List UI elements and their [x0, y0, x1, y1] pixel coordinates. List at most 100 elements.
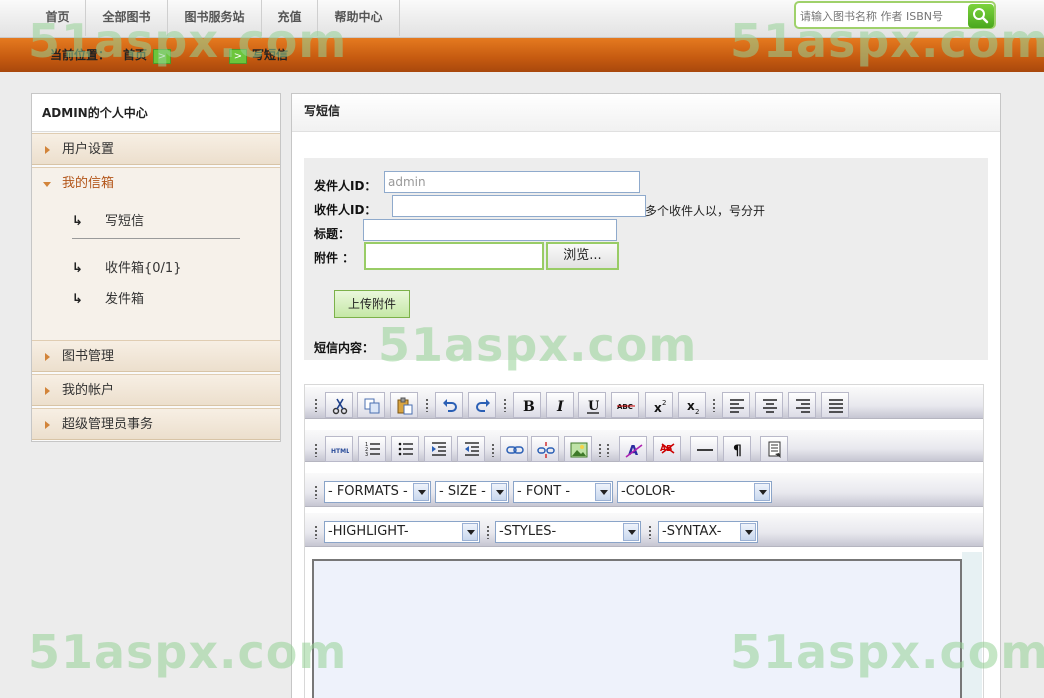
- triangle-right-icon: [45, 387, 50, 395]
- toolbar-grip-icon: [712, 398, 716, 412]
- nav-book-station[interactable]: 图书服务站: [168, 0, 262, 36]
- align-left-icon: [730, 399, 744, 413]
- html-icon: HTML: [331, 448, 349, 455]
- subscript-button[interactable]: x2: [678, 392, 706, 418]
- breadcrumb-home-link[interactable]: 首页: [123, 46, 147, 63]
- breadcrumb-separator-icon: >: [153, 49, 171, 64]
- sidebar-item-my-account[interactable]: 我的帐户: [32, 374, 280, 406]
- triangle-down-icon: [43, 182, 51, 187]
- redo-icon: [476, 399, 490, 412]
- paste-button[interactable]: [390, 392, 418, 418]
- size-select[interactable]: - SIZE -: [435, 481, 509, 503]
- search-input[interactable]: [800, 6, 962, 26]
- clean-format-icon: A: [625, 444, 643, 459]
- chevron-down-icon: [595, 483, 611, 501]
- unordered-list-icon: [398, 442, 413, 456]
- link-icon: [506, 446, 524, 454]
- nav-all-books[interactable]: 全部图书: [86, 0, 168, 36]
- insert-image-button[interactable]: [564, 436, 592, 462]
- font-select[interactable]: - FONT -: [513, 481, 613, 503]
- italic-button[interactable]: I: [546, 392, 574, 418]
- search-button[interactable]: [968, 4, 994, 28]
- superscript-button[interactable]: x2: [645, 392, 673, 418]
- align-left-button[interactable]: [722, 392, 750, 418]
- search-box: [794, 1, 996, 29]
- html-source-button[interactable]: HTML: [325, 436, 353, 462]
- cut-button[interactable]: [325, 392, 353, 418]
- chevron-down-icon: [740, 523, 756, 541]
- chevron-down-icon: [491, 483, 507, 501]
- attachment-file-input[interactable]: [364, 242, 544, 270]
- styles-select-value: -STYLES-: [499, 524, 557, 539]
- highlight-select-value: -HIGHLIGHT-: [328, 524, 409, 539]
- svg-text:HTML: HTML: [331, 448, 349, 455]
- sidebar-item-book-management[interactable]: 图书管理: [32, 340, 280, 372]
- subject-label: 标题：: [314, 227, 351, 241]
- svg-text:I: I: [556, 399, 564, 415]
- toolbar-grip-icon: [486, 525, 490, 539]
- message-content-editor[interactable]: [312, 559, 962, 698]
- outdent-button[interactable]: [457, 436, 485, 462]
- paragraph-button[interactable]: ¶: [723, 436, 751, 462]
- unordered-list-button[interactable]: [391, 436, 419, 462]
- strikethrough-button[interactable]: ABC: [611, 392, 639, 418]
- unlink-button[interactable]: [531, 436, 559, 462]
- size-select-value: - SIZE -: [439, 484, 486, 499]
- copy-button[interactable]: [357, 392, 385, 418]
- ordered-list-button[interactable]: 123: [358, 436, 386, 462]
- underline-button[interactable]: U: [578, 392, 606, 418]
- subject-field[interactable]: [363, 219, 617, 241]
- align-center-button[interactable]: [755, 392, 783, 418]
- svg-text:x: x: [687, 399, 695, 413]
- sidebar-item-label: 图书管理: [62, 349, 115, 364]
- svg-text:AB: AB: [660, 444, 672, 453]
- unlink-icon: [537, 442, 555, 458]
- top-nav: 首页 全部图书 图书服务站 充值 帮助中心: [0, 0, 1044, 38]
- sender-field[interactable]: [384, 171, 640, 193]
- color-select[interactable]: -COLOR-: [617, 481, 772, 503]
- paragraph-icon: ¶: [733, 443, 742, 459]
- toolbar-grip-icon: [606, 443, 610, 457]
- font-select-value: - FONT -: [517, 484, 571, 499]
- formats-select[interactable]: - FORMATS -: [324, 481, 431, 503]
- superscript-icon: x2: [654, 399, 666, 415]
- indent-icon: [432, 442, 446, 456]
- formats-select-value: - FORMATS -: [328, 484, 408, 499]
- sidebar-item-admin-affairs[interactable]: 超级管理员事务: [32, 408, 280, 440]
- clean-format-button[interactable]: A: [619, 436, 647, 462]
- upload-attachment-button[interactable]: 上传附件: [334, 290, 410, 318]
- sidebar-item-my-mailbox[interactable]: 我的信箱: [32, 167, 280, 199]
- indent-button[interactable]: [424, 436, 452, 462]
- styles-select[interactable]: -STYLES-: [495, 521, 641, 543]
- link-button[interactable]: [500, 436, 528, 462]
- svg-text:2: 2: [695, 408, 699, 415]
- ordered-list-icon: 123: [365, 442, 380, 458]
- svg-text:B: B: [523, 399, 535, 415]
- receiver-label: 收件人ID：: [314, 203, 377, 217]
- sidebar-item-label: 我的信箱: [62, 176, 115, 191]
- syntax-select-value: -SYNTAX-: [662, 524, 722, 539]
- receiver-field[interactable]: [392, 195, 646, 217]
- align-justify-button[interactable]: [821, 392, 849, 418]
- search-icon: [973, 8, 989, 24]
- undo-button[interactable]: [435, 392, 463, 418]
- template-button[interactable]: [760, 436, 788, 462]
- highlight-select[interactable]: -HIGHLIGHT-: [324, 521, 480, 543]
- syntax-select[interactable]: -SYNTAX-: [658, 521, 758, 543]
- redo-button[interactable]: [468, 392, 496, 418]
- browse-button[interactable]: 浏览...: [546, 242, 619, 270]
- svg-text:U: U: [588, 399, 600, 414]
- horizontal-rule-button[interactable]: [690, 436, 718, 462]
- sidebar-item-user-settings[interactable]: 用户设置: [32, 133, 280, 165]
- nav-recharge[interactable]: 充值: [262, 0, 318, 36]
- subscript-icon: x2: [687, 399, 699, 415]
- editor-scrollbar[interactable]: [962, 552, 982, 698]
- svg-text:ABC: ABC: [617, 403, 633, 411]
- bold-button[interactable]: B: [513, 392, 541, 418]
- remove-format-button[interactable]: AB: [653, 436, 681, 462]
- nav-home[interactable]: 首页: [30, 0, 86, 36]
- align-right-button[interactable]: [788, 392, 816, 418]
- nav-help[interactable]: 帮助中心: [318, 0, 400, 36]
- submenu-item-label: 收件箱{0/1}: [105, 261, 182, 276]
- sidebar-item-label: 用户设置: [62, 142, 115, 157]
